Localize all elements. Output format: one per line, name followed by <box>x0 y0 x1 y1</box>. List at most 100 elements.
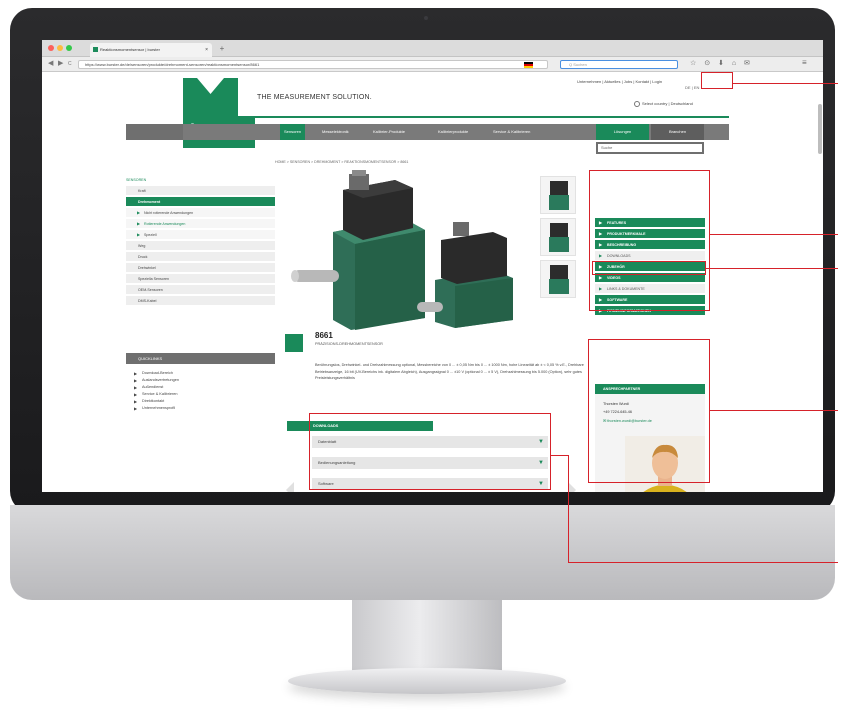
annotation-box-login <box>701 72 733 89</box>
sidebar-item-spezielle-sensoren[interactable]: Speziella Sensoren <box>126 274 275 284</box>
sidebar-item-label: Speziella Sensoren <box>138 277 169 281</box>
sidebar-item-kraft[interactable]: Kraft <box>126 186 275 196</box>
product-thumbnail[interactable] <box>540 260 576 298</box>
nav-item-sensoren[interactable]: Sensoren <box>280 124 306 140</box>
product-subtitle: PRÄZISIONS-DREHMOMENTSENSOR <box>315 342 383 346</box>
browser-search-input[interactable]: Q Suchen <box>560 60 678 69</box>
tab-close-icon[interactable]: × <box>205 43 208 57</box>
quicklink-item[interactable]: Außendienst <box>134 385 163 390</box>
loesungen-button[interactable]: Lösungen <box>596 124 649 140</box>
sidebar-item-label: DMS-Kabel <box>138 299 157 303</box>
camera-dot <box>424 16 428 20</box>
browser-tab[interactable]: Reaktionsmomentsensor | burster × <box>90 43 212 57</box>
language-flag-icon[interactable] <box>524 62 533 68</box>
triangle-right-icon: ▶ <box>137 221 141 226</box>
product-thumbnail[interactable] <box>540 176 576 214</box>
thumb-sensor <box>550 181 568 195</box>
sidebar-item-dms-kabel[interactable]: DMS-Kabel <box>126 296 275 306</box>
monitor-stand-foot <box>288 668 566 694</box>
sidebar-item-label: Speziell <box>144 233 157 237</box>
sidebar-item-label: Weg <box>138 244 146 248</box>
annotation-line-product-nav <box>710 234 838 235</box>
sidebar-item-label: Nicht rotierende Anwendungen <box>144 211 194 215</box>
product-thumbnail[interactable] <box>540 218 576 256</box>
monitor-stand-neck <box>352 600 502 675</box>
back-icon[interactable]: ◀ <box>48 59 53 67</box>
nav-item-service[interactable]: Service & Kalibrieren <box>489 124 534 140</box>
triangle-right-icon: ▶ <box>137 232 141 237</box>
next-arrow-icon[interactable] <box>568 482 576 492</box>
sidebar-item-oem-sensoren[interactable]: OEM-Sensoren <box>126 285 275 295</box>
browser-tab-bar: Reaktionsmomentsensor | burster × + <box>42 40 823 57</box>
main-nav: Sensoren Messelektronik Kalibrier-Produk… <box>126 124 729 140</box>
close-window-icon[interactable] <box>48 45 54 51</box>
quicklink-item[interactable]: Unternehmensprofil <box>134 406 175 411</box>
country-selector[interactable]: Select country | Deutschland <box>634 101 693 107</box>
thumb-base <box>549 279 569 294</box>
thumb-base <box>549 195 569 210</box>
maximize-window-icon[interactable] <box>66 45 72 51</box>
annotation-box-links <box>592 261 706 275</box>
globe-icon <box>634 101 640 107</box>
quicklink-item[interactable]: Auslandsvertretungen <box>134 378 179 383</box>
sidebar-item-label: OEM-Sensoren <box>138 288 163 292</box>
header-divider <box>255 116 729 118</box>
nav-item-kalibrierprodukte[interactable]: Kalibrierprodukte <box>434 124 472 140</box>
sidebar-item-druck[interactable]: Druck <box>126 252 275 262</box>
minimize-window-icon[interactable] <box>57 45 63 51</box>
quicklink-item[interactable]: Direktkontakt <box>134 399 164 404</box>
annotation-vline-downloads <box>568 455 569 563</box>
address-bar[interactable]: https://www.burster.de/de/sensoren/produ… <box>78 60 548 69</box>
language-switch[interactable]: DE | EN <box>685 85 699 90</box>
annotation-line-downloads-b <box>568 562 838 563</box>
favicon-icon <box>93 47 98 52</box>
sidebar-item-label: Druck <box>138 255 148 259</box>
annotation-line-downloads-a <box>551 455 568 456</box>
site-search-input[interactable]: Suche <box>596 142 704 154</box>
sidebar-item-label: Kraft <box>138 189 146 193</box>
monitor-chin <box>10 505 835 600</box>
logo-mark[interactable] <box>183 78 238 116</box>
new-tab-button[interactable]: + <box>216 43 228 55</box>
page-scrollbar[interactable] <box>818 104 822 154</box>
product-image[interactable] <box>285 170 537 330</box>
browser-toolbar: ◀ ▶ C https://www.burster.de/de/sensoren… <box>42 57 823 72</box>
sidebar-item-drehwinkel[interactable]: Drehwinkel <box>126 263 275 273</box>
triangle-right-icon: ▶ <box>137 210 141 215</box>
sidebar-item-label: Drehwinkel <box>138 266 156 270</box>
sidebar-title: SENSOREN <box>126 178 147 182</box>
annotation-line-login <box>733 83 838 84</box>
product-number: 8661 <box>315 331 333 340</box>
nav-item-messelektronik[interactable]: Messelektronik <box>318 124 353 140</box>
thumb-sensor <box>550 265 568 279</box>
sidebar-item-nicht-rotierend[interactable]: ▶ Nicht rotierende Anwendungen <box>126 208 275 218</box>
nav-item-kalibrier-produkte[interactable]: Kalibrier-Produkte <box>369 124 409 140</box>
sidebar-item-weg[interactable]: Weg <box>126 241 275 251</box>
monitor-mockup: Reaktionsmomentsensor | burster × + ◀ ▶ … <box>0 0 849 711</box>
annotation-box-product-nav <box>589 170 710 311</box>
top-links[interactable]: Unternehmen | Aktuelles | Jobs | Kontakt… <box>577 79 662 84</box>
nav-spacer <box>126 124 183 140</box>
prev-arrow-icon[interactable] <box>286 482 294 492</box>
quicklink-item[interactable]: Service & Kalibrieren <box>134 392 178 397</box>
sidebar-item-rotierend[interactable]: ▶ Rotierende Anwendungen <box>126 219 275 229</box>
sidebar-item-speziell[interactable]: ▶ Speziell <box>126 230 275 240</box>
forward-icon[interactable]: ▶ <box>58 59 63 67</box>
country-label: Select country | Deutschland <box>642 101 693 107</box>
sidebar-item-label: Drehmoment <box>138 200 161 204</box>
window-controls <box>48 45 72 51</box>
annotation-line-contact <box>710 410 838 411</box>
tab-title: Reaktionsmomentsensor | burster <box>100 47 160 52</box>
annotation-box-downloads <box>309 413 551 490</box>
toolbar-icons[interactable]: ☆ ⊙ ⬇ ⌂ ✉ <box>690 59 753 67</box>
breadcrumb[interactable]: HOME > SENSOREN > DREHMOMENT > REAKTIONS… <box>275 160 408 164</box>
tagline: THE MEASUREMENT SOLUTION. <box>257 94 372 101</box>
menu-icon[interactable]: ≡ <box>802 58 807 67</box>
quicklink-item[interactable]: Download-Bereich <box>134 371 173 376</box>
thumb-base <box>549 237 569 252</box>
thumb-sensor <box>550 223 568 237</box>
branchen-button[interactable]: Branchen <box>651 124 704 140</box>
sidebar-item-drehmoment[interactable]: Drehmoment <box>126 197 275 207</box>
reload-icon[interactable]: C <box>68 61 72 67</box>
sidebar-item-label: Rotierende Anwendungen <box>144 222 186 226</box>
